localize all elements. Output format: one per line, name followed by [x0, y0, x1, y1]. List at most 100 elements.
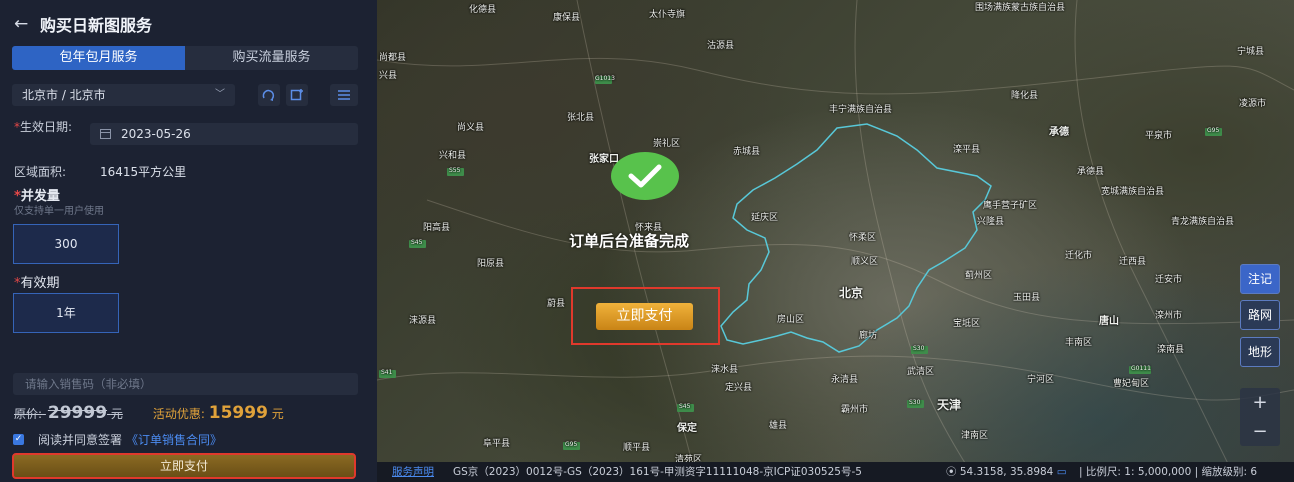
zoom-out-button[interactable]: −: [1240, 417, 1280, 446]
draw-polygon-icon[interactable]: [258, 84, 280, 106]
map-place-label: S30: [913, 345, 925, 352]
agree-text: 阅读并同意签署: [38, 433, 123, 447]
draw-rectangle-icon[interactable]: [286, 84, 308, 106]
map-place-label: 曹妃甸区: [1113, 379, 1150, 389]
road-shield: S45: [409, 239, 426, 248]
road-shield: G0111: [1129, 365, 1151, 374]
map-place-label: S45: [679, 403, 691, 410]
map-pay-now-button[interactable]: 立即支付: [596, 303, 693, 330]
concurrency-option[interactable]: 300: [13, 224, 119, 264]
tab-annual-monthly[interactable]: 包年包月服务: [12, 46, 185, 70]
map-place-label: 霸州市: [841, 405, 869, 415]
map-view[interactable]: 化德县 康保县 太仆寺旗 围场满族蒙古族自治县 尚都县 沽源县 兴县 宁城县 降…: [377, 0, 1294, 482]
sales-code-input[interactable]: 请输入销售码（非必填）: [13, 373, 358, 395]
scale-readout: | 比例尺: 1: 5,000,000 | 缩放级别: 6: [1079, 466, 1258, 478]
map-place-label: 永清县: [831, 375, 859, 385]
map-place-label: 保定: [677, 423, 697, 434]
map-place-label: 廊坊: [859, 331, 878, 341]
map-place-label: 津南区: [961, 431, 989, 441]
map-place-label: G1013: [595, 75, 615, 82]
menu-icon[interactable]: [330, 84, 358, 106]
map-place-label: 崇礼区: [653, 139, 681, 149]
map-place-label: 兴和县: [439, 151, 467, 161]
success-check-icon: [611, 152, 679, 200]
date-value: 2023-05-26: [121, 127, 191, 141]
validity-option[interactable]: 1年: [13, 293, 119, 333]
map-place-label: 玉田县: [1013, 293, 1041, 303]
contract-link[interactable]: 《订单销售合同》: [126, 431, 222, 448]
map-place-label: 宝坻区: [953, 319, 981, 329]
promo-price: 活动优惠: 15999 元: [152, 403, 284, 423]
service-statement-link[interactable]: 服务声明: [392, 462, 434, 482]
pay-now-button[interactable]: 立即支付: [12, 453, 356, 479]
map-place-label: 平泉市: [1145, 131, 1173, 141]
map-license-text: GS京（2023）0012号-GS（2023）161号-甲测资字11111048…: [453, 466, 862, 478]
concurrency-hint: 仅支持单一用户使用: [14, 206, 104, 217]
order-ready-message: 订单后台准备完成: [569, 232, 690, 250]
road-shield: S30: [911, 345, 928, 354]
agree-checkbox[interactable]: ✓: [13, 434, 24, 445]
map-place-label: 蓟州区: [965, 271, 993, 281]
location-pin-icon: ⦿: [946, 466, 957, 478]
road-shield: S30: [907, 399, 924, 408]
region-row: 北京市 / 北京市 ﹀: [12, 84, 358, 106]
price-row: 原价: 29999 元 活动优惠: 15999 元: [14, 403, 284, 423]
road-layer-button[interactable]: 路网: [1240, 300, 1280, 330]
map-place-label: 青龙满族自治县: [1171, 217, 1235, 227]
map-place-label: 北京: [839, 286, 864, 300]
map-place-label: 尚都县: [379, 53, 407, 63]
area-value: 16415平方公里: [100, 165, 187, 179]
original-price: 原价: 29999 元: [14, 403, 123, 423]
map-place-label: 化德县: [469, 5, 497, 15]
road-shield: S41: [379, 369, 396, 378]
map-place-label: 迁化市: [1065, 251, 1093, 261]
map-place-label: 赤城县: [733, 147, 761, 157]
map-place-label: 迁安市: [1155, 275, 1183, 285]
area-label: 区域面积:: [14, 165, 67, 179]
road-shield: G95: [1205, 127, 1222, 136]
map-place-label: 滦州市: [1155, 311, 1183, 321]
tab-traffic[interactable]: 购买流量服务: [185, 46, 358, 70]
agreement-row: ✓ 阅读并同意签署 《订单销售合同》: [13, 431, 222, 448]
map-place-label: 怀柔区: [849, 233, 877, 243]
panel-header: ← 购买日新图服务: [14, 12, 152, 36]
validity-label: *有效期: [14, 276, 60, 291]
terrain-layer-button[interactable]: 地形: [1240, 337, 1280, 367]
road-shield: G95: [563, 441, 580, 450]
calendar-icon: [100, 129, 111, 139]
map-place-label: S55: [449, 167, 461, 174]
copy-icon[interactable]: ▭: [1057, 466, 1067, 478]
map-place-label: 鹰手营子矿区: [983, 201, 1038, 211]
map-place-label: 滦南县: [1157, 345, 1185, 355]
date-label: *生效日期:: [14, 120, 73, 134]
map-place-label: S45: [411, 239, 423, 246]
road-shield: G1013: [595, 75, 615, 84]
page-title: 购买日新图服务: [40, 16, 153, 35]
chevron-down-icon: ﹀: [215, 89, 225, 100]
map-place-label: G95: [565, 441, 578, 448]
status-bar: 服务声明 GS京（2023）0012号-GS（2023）161号-甲测资字111…: [377, 462, 1294, 482]
map-place-label: 定兴县: [725, 383, 753, 393]
annotation-layer-button[interactable]: 注记: [1240, 264, 1280, 294]
map-place-label: 承德县: [1077, 167, 1105, 177]
map-place-label: 天津: [937, 398, 962, 412]
map-place-label: 武清区: [907, 367, 935, 377]
map-place-label: 围场满族蒙古族自治县: [975, 3, 1066, 13]
zoom-in-button[interactable]: +: [1240, 388, 1280, 417]
date-picker[interactable]: 2023-05-26: [90, 123, 358, 145]
map-place-label: 顺义区: [851, 257, 879, 267]
map-place-label: 阜平县: [483, 439, 511, 449]
back-arrow-icon[interactable]: ←: [14, 15, 40, 33]
map-place-label: 丰南区: [1065, 338, 1093, 348]
zoom-control: + −: [1240, 388, 1280, 446]
map-place-label: G95: [1207, 127, 1220, 134]
map-place-label: 宁河区: [1027, 375, 1055, 385]
map-place-label: 延庆区: [751, 213, 779, 223]
map-place-label: S41: [381, 369, 393, 376]
map-place-label: 兴县: [379, 71, 398, 81]
map-place-label: 滦平县: [953, 145, 981, 155]
map-place-label: 兴隆县: [977, 217, 1005, 227]
map-place-label: 涞水县: [711, 365, 739, 375]
region-select[interactable]: 北京市 / 北京市 ﹀: [12, 84, 235, 106]
map-place-label: 房山区: [777, 315, 805, 325]
